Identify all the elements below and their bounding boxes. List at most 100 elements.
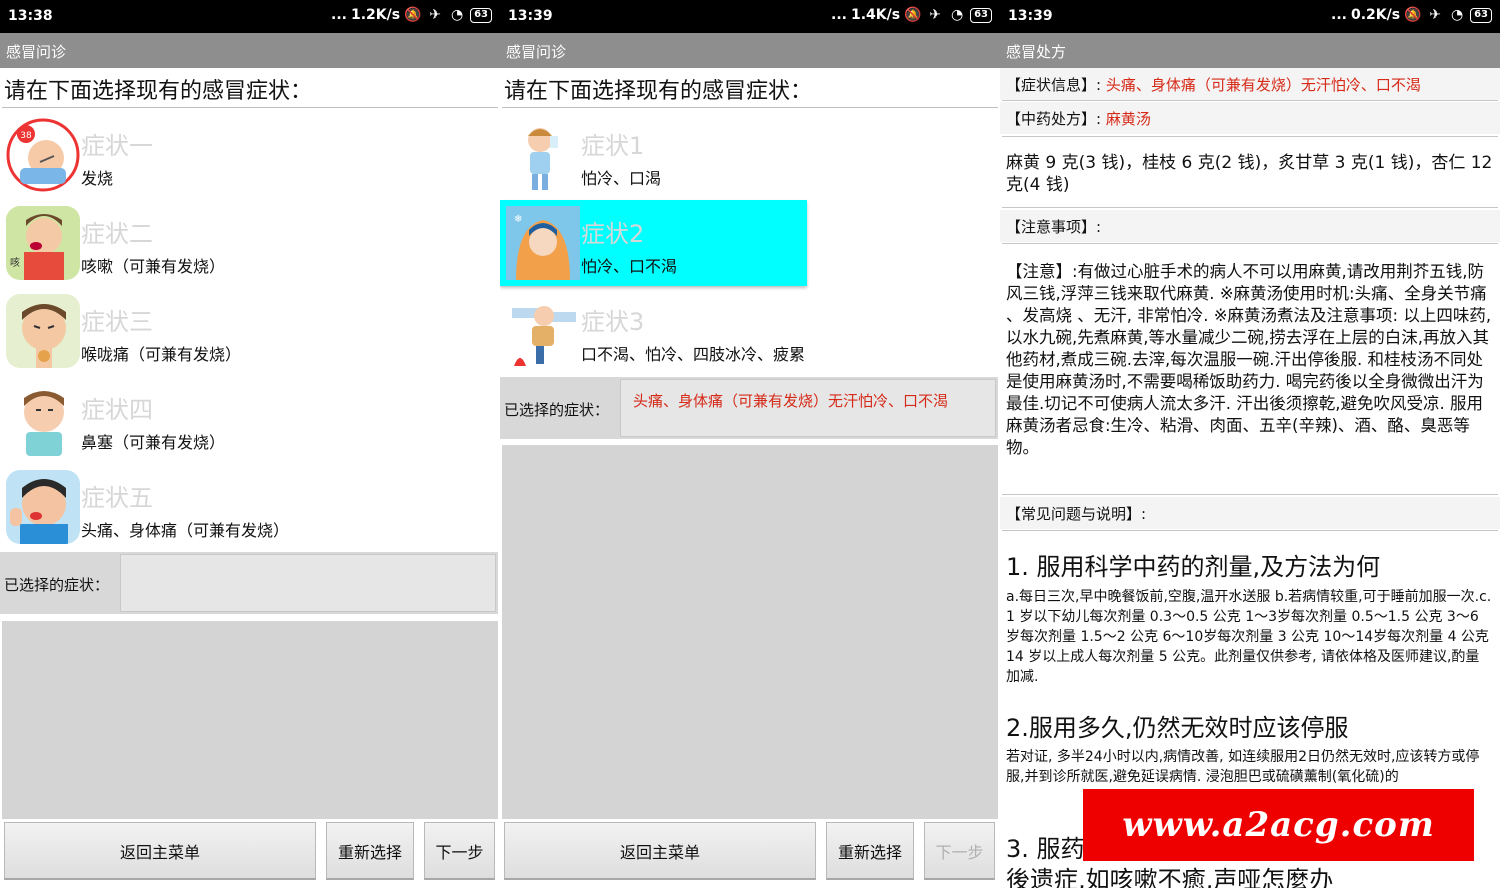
status-time: 13:39 <box>1008 8 1053 24</box>
divider <box>1002 243 1498 244</box>
selected-symptoms-box: 头痛、身体痛（可兼有发烧）无汗怕冷、口不渴 <box>620 379 996 437</box>
symptom-title: 症状五 <box>81 484 153 512</box>
status-bar: 13:39 ... 1.4K/s 🔕 ✈ ◔ 63 <box>500 0 1000 33</box>
symptom-info-value: 头痛、身体痛（可兼有发烧）无汗怕冷、口不渴 <box>1105 76 1421 94</box>
divider <box>502 107 998 108</box>
symptom-desc: 喉咙痛（可兼有发烧） <box>81 345 242 364</box>
notes-text: 【注意】:有做过心脏手术的病人不可以用麻黄,请改用荆芥五钱,防风三钱,浮萍三钱来… <box>1006 262 1492 457</box>
network-dots: ... <box>1331 7 1347 23</box>
selected-symptoms-row: 已选择的症状： <box>0 552 498 614</box>
symptom-title: 症状四 <box>81 396 153 424</box>
symptom-item-1[interactable]: 38 症状一 发烧 <box>4 112 497 198</box>
wifi-icon: ◔ <box>950 7 964 23</box>
battery-icon: 63 <box>970 7 992 23</box>
mute-bell-icon: 🔕 <box>404 7 422 23</box>
app-title-bar: 感冒问诊 <box>500 33 1000 68</box>
symptom-desc: 发烧 <box>81 169 114 188</box>
empty-panel <box>2 621 498 819</box>
symptom-item-3[interactable]: 症状三 喉咙痛（可兼有发烧） <box>4 288 497 374</box>
symptom-desc: 怕冷、口渴 <box>581 169 662 188</box>
notes-label: 【注意事项】: <box>1006 218 1102 236</box>
thirsty-child-icon <box>506 118 580 192</box>
next-step-button[interactable]: 下一步 <box>424 822 495 880</box>
reset-button[interactable]: 重新选择 <box>326 822 414 880</box>
wifi-icon: ◔ <box>1450 7 1464 23</box>
mute-bell-icon: 🔕 <box>1404 7 1422 23</box>
symptom-prompt: 请在下面选择现有的感冒症状： <box>4 79 313 104</box>
divider <box>1002 530 1498 531</box>
symptom-desc: 怕冷、口不渴 <box>581 257 678 276</box>
symptom-item-4[interactable]: 症状四 鼻塞（可兼有发烧） <box>4 376 497 462</box>
wifi-icon: ◔ <box>450 7 464 23</box>
symptom-title: 症状二 <box>81 220 153 248</box>
faq2-title: 2.服用多久,仍然无效时应该停服 <box>1006 714 1349 742</box>
fever-child-icon: 38 <box>6 118 80 192</box>
prescription-label: 【中药处方】: <box>1006 110 1102 128</box>
battery-icon: 63 <box>1470 7 1492 23</box>
symptom-item-2[interactable]: 咳 症状二 咳嗽（可兼有发烧） <box>4 200 497 286</box>
faq3-title-continued: 後遗症,如咳嗽不癒,声哑怎麼办 <box>1006 866 1334 888</box>
app-title: 感冒问诊 <box>6 43 67 61</box>
network-speed: 0.2K/s <box>1350 7 1401 23</box>
battery-icon: 63 <box>470 7 492 23</box>
symptom-item-2-selected[interactable]: ❄ 症状2 怕冷、口不渴 <box>500 200 807 286</box>
symptom-title: 症状3 <box>581 308 645 336</box>
cold-blanket-icon: ❄ <box>506 206 580 280</box>
status-bar: 13:39 ... 0.2K/s 🔕 ✈ ◔ 63 <box>1000 0 1500 33</box>
app-title: 感冒问诊 <box>506 43 567 61</box>
notes-header-row: 【注意事项】: <box>1000 210 1500 242</box>
headache-icon <box>6 470 80 544</box>
sore-throat-icon <box>6 294 80 368</box>
reset-button[interactable]: 重新选择 <box>826 822 914 880</box>
symptom-item-3[interactable]: 症状3 口不渴、怕冷、四肢冰冷、疲累 <box>504 288 997 374</box>
faq1-title: 1. 服用科学中药的剂量,及方法为何 <box>1006 553 1381 581</box>
symptom-title: 症状一 <box>81 132 153 160</box>
network-speed: 1.2K/s <box>350 7 401 23</box>
symptom-desc: 鼻塞（可兼有发烧） <box>81 433 226 452</box>
screen-symptom-select-2: 13:39 ... 1.4K/s 🔕 ✈ ◔ 63 感冒问诊 请在下面选择现有的… <box>500 0 1000 888</box>
divider <box>1002 207 1498 208</box>
faq3-title: 3. 服药 <box>1006 835 1085 863</box>
divider <box>2 107 498 108</box>
app-title: 感冒处方 <box>1006 43 1067 61</box>
divider <box>1002 100 1498 101</box>
status-time: 13:39 <box>508 8 553 24</box>
symptom-title: 症状1 <box>581 132 645 160</box>
svg-text:38: 38 <box>20 131 32 141</box>
watermark-banner: www.a2acg.com <box>1083 789 1474 861</box>
symptom-item-1[interactable]: 症状1 怕冷、口渴 <box>504 112 997 198</box>
empty-panel <box>502 445 998 819</box>
symptom-desc: 咳嗽（可兼有发烧） <box>81 257 226 276</box>
airplane-icon: ✈ <box>429 7 441 23</box>
prescription-dosage: 麻黄 9 克(3 钱)，桂枝 6 克(2 钱)，炙甘草 3 克(1 钱)，杏仁 … <box>1006 153 1493 195</box>
symptom-item-5[interactable]: 症状五 头痛、身体痛（可兼有发烧） <box>4 464 497 550</box>
back-main-menu-button[interactable]: 返回主菜单 <box>4 822 316 880</box>
network-dots: ... <box>331 7 347 23</box>
svg-text:❄: ❄ <box>514 214 522 225</box>
app-title-bar: 感冒问诊 <box>0 33 500 68</box>
status-time: 13:38 <box>8 8 53 24</box>
airplane-icon: ✈ <box>1429 7 1441 23</box>
svg-text:咳: 咳 <box>10 256 20 269</box>
symptom-info-row: 【症状信息】: 头痛、身体痛（可兼有发烧）无汗怕冷、口不渴 <box>1000 68 1500 100</box>
app-title-bar: 感冒处方 <box>1000 33 1500 68</box>
divider <box>1002 494 1498 495</box>
symptom-desc: 口不渴、怕冷、四肢冰冷、疲累 <box>581 345 806 364</box>
screen-prescription: 13:39 ... 0.2K/s 🔕 ✈ ◔ 63 感冒处方 【症状信息】: 头… <box>1000 0 1500 888</box>
network-dots: ... <box>831 7 847 23</box>
faq-label: 【常见问题与说明】: <box>1006 505 1147 523</box>
selected-symptoms-label: 已选择的症状： <box>504 401 610 419</box>
selected-symptoms-label: 已选择的症状： <box>4 576 110 594</box>
symptom-title: 症状三 <box>81 308 153 336</box>
selected-symptoms-box <box>120 554 496 612</box>
prescription-value: 麻黄汤 <box>1105 110 1151 128</box>
back-main-menu-button[interactable]: 返回主菜单 <box>504 822 816 880</box>
airplane-icon: ✈ <box>929 7 941 23</box>
next-step-button[interactable]: 下一步 <box>924 822 995 880</box>
freezing-child-icon <box>506 294 580 368</box>
cough-child-icon: 咳 <box>6 206 80 280</box>
mute-bell-icon: 🔕 <box>904 7 922 23</box>
symptom-desc: 头痛、身体痛（可兼有发烧） <box>81 521 290 540</box>
faq1-body: a.每日三次,早中晚餐饭前,空腹,温开水送服 b.若病情较重,可于睡前加服一次.… <box>1006 589 1492 685</box>
network-speed: 1.4K/s <box>850 7 901 23</box>
